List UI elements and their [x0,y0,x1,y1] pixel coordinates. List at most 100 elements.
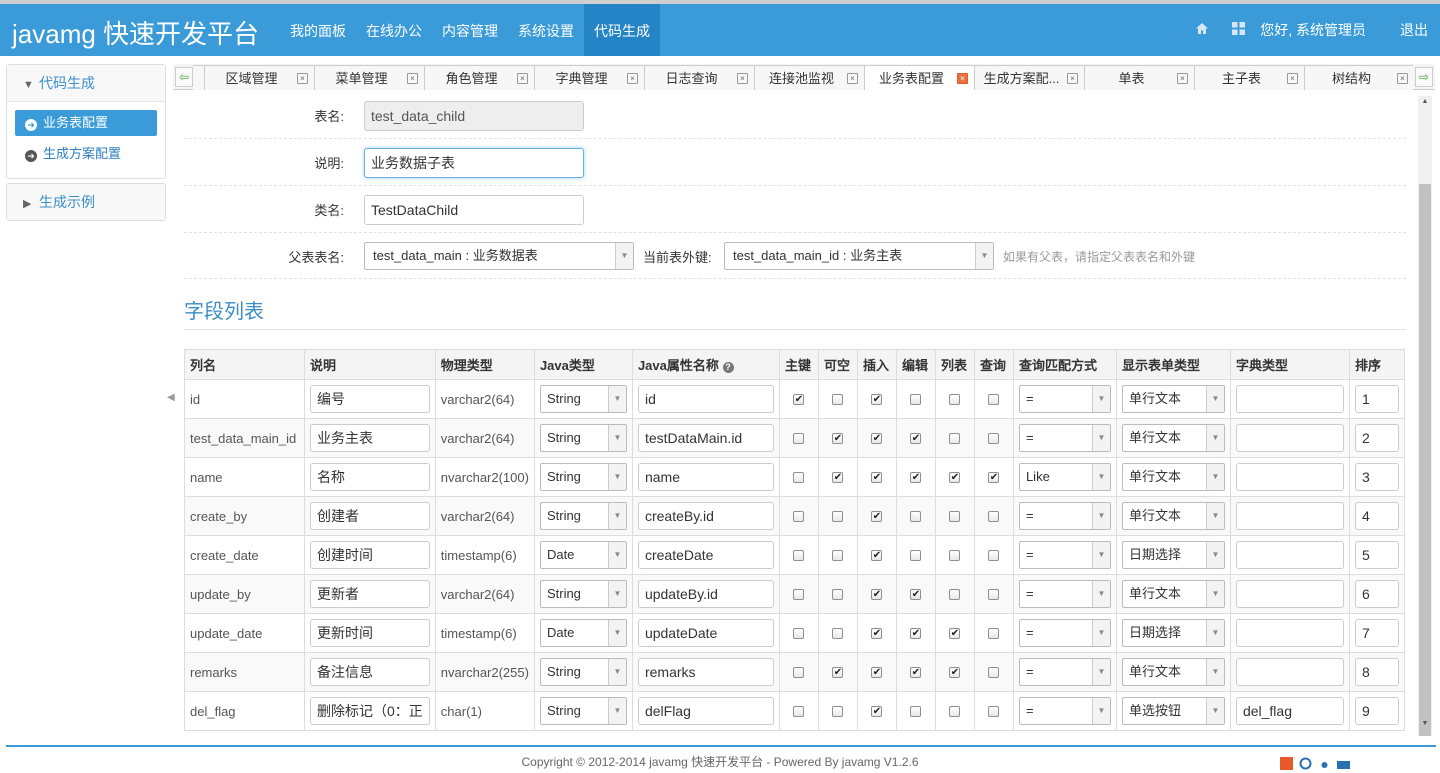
list-checkbox[interactable]: ✔ [949,471,961,483]
match-select[interactable]: = ▼ [1018,580,1111,608]
match-select[interactable]: = ▼ [1018,541,1111,569]
close-icon[interactable]: × [517,73,528,84]
desc-input[interactable]: 更新者 [310,580,430,608]
close-icon[interactable]: × [1397,73,1408,84]
sidebar-group-header[interactable]: ▼ 代码生成 [7,65,165,101]
java-type-select[interactable]: Date ▼ [539,619,627,647]
edit-checkbox[interactable] [910,549,922,561]
match-select[interactable]: = ▼ [1018,619,1111,647]
close-icon[interactable]: × [407,73,418,84]
close-icon[interactable]: × [1177,73,1188,84]
list-checkbox[interactable] [949,705,961,717]
dict-type-input[interactable] [1235,385,1344,413]
nullable-checkbox[interactable]: ✔ [832,432,844,444]
tab-scroll-left-icon[interactable]: ⇦ [175,67,193,87]
desc-input[interactable]: 业务主表 [310,424,430,452]
desc-input[interactable]: 删除标记（0：正 [310,697,430,725]
pk-checkbox[interactable] [793,549,805,561]
sort-input[interactable]: 2 [1354,424,1399,452]
close-icon[interactable]: × [957,73,968,84]
nullable-checkbox[interactable] [832,627,844,639]
sort-input[interactable]: 4 [1354,502,1399,530]
form-type-select[interactable]: 日期选择 ▼ [1121,541,1225,569]
query-checkbox[interactable] [988,627,1000,639]
close-icon[interactable]: × [1067,73,1078,84]
dict-type-input[interactable] [1235,463,1344,491]
java-prop-input[interactable]: createDate [637,541,774,569]
query-checkbox[interactable] [988,432,1000,444]
java-type-select[interactable]: String ▼ [539,463,627,491]
nullable-checkbox[interactable]: ✔ [832,471,844,483]
query-checkbox[interactable]: ✔ [988,471,1000,483]
parent-table-select[interactable]: test_data_main : 业务数据表 ▼ [364,242,634,270]
pk-checkbox[interactable]: ✔ [793,393,805,405]
insert-checkbox[interactable]: ✔ [871,666,883,678]
tab-item[interactable]: 主子表 × [1195,65,1305,90]
tab-item[interactable]: 连接池监视 × [755,65,865,90]
match-select[interactable]: = ▼ [1018,424,1111,452]
close-icon[interactable]: × [297,73,308,84]
tab-item[interactable]: 生成方案配... × [975,65,1085,90]
dict-type-input[interactable]: del_flag [1235,697,1344,725]
tab-item[interactable]: 日志查询 × [645,65,755,90]
edit-checkbox[interactable]: ✔ [910,588,922,600]
dict-type-input[interactable] [1235,541,1344,569]
sort-input[interactable]: 8 [1354,658,1399,686]
sort-input[interactable]: 7 [1354,619,1399,647]
tab-item[interactable]: 菜单管理 × [315,65,425,90]
java-type-select[interactable]: Date ▼ [539,541,627,569]
insert-checkbox[interactable]: ✔ [871,588,883,600]
dict-type-input[interactable] [1235,502,1344,530]
close-icon[interactable]: × [847,73,858,84]
sidebar-item-table-config[interactable]: ➜ 业务表配置 [15,110,157,136]
form-type-select[interactable]: 单行文本 ▼ [1121,463,1225,491]
java-prop-input[interactable]: updateBy.id [637,580,774,608]
nullable-checkbox[interactable] [832,549,844,561]
form-type-select[interactable]: 日期选择 ▼ [1121,619,1225,647]
pk-checkbox[interactable] [793,432,805,444]
tab-hidden-previous[interactable] [193,65,205,90]
dict-type-input[interactable] [1235,619,1344,647]
pk-checkbox[interactable] [793,627,805,639]
sort-input[interactable]: 3 [1354,463,1399,491]
sort-input[interactable]: 6 [1354,580,1399,608]
list-checkbox[interactable] [949,510,961,522]
match-select[interactable]: Like ▼ [1018,463,1111,491]
insert-checkbox[interactable]: ✔ [871,627,883,639]
ime-toolbar[interactable] [1280,757,1350,770]
user-greeting[interactable]: 您好, 系统管理员 [1260,20,1366,40]
nav-item-content[interactable]: 内容管理 [432,4,508,56]
edit-checkbox[interactable] [910,393,922,405]
table-name-field[interactable]: test_data_child [364,101,584,131]
insert-checkbox[interactable]: ✔ [871,510,883,522]
pk-checkbox[interactable] [793,705,805,717]
insert-checkbox[interactable]: ✔ [871,432,883,444]
nav-item-system[interactable]: 系统设置 [508,4,584,56]
nullable-checkbox[interactable] [832,393,844,405]
match-select[interactable]: = ▼ [1018,658,1111,686]
home-icon[interactable] [1184,22,1220,38]
query-checkbox[interactable] [988,549,1000,561]
dict-type-input[interactable] [1235,580,1344,608]
match-select[interactable]: = ▼ [1018,697,1111,725]
fk-select[interactable]: test_data_main_id : 业务主表 ▼ [724,242,994,270]
pk-checkbox[interactable] [793,510,805,522]
desc-input[interactable]: 编号 [310,385,430,413]
vertical-scrollbar[interactable]: ▲ ▼ [1418,96,1432,736]
java-prop-input[interactable]: name [637,463,774,491]
list-checkbox[interactable] [949,393,961,405]
tab-item[interactable]: 字典管理 × [535,65,645,90]
tab-item[interactable]: 树结构 × [1305,65,1413,90]
query-checkbox[interactable] [988,666,1000,678]
pk-checkbox[interactable] [793,666,805,678]
desc-input[interactable]: 名称 [310,463,430,491]
scroll-down-icon[interactable]: ▼ [1418,720,1432,732]
query-checkbox[interactable] [988,705,1000,717]
list-checkbox[interactable] [949,432,961,444]
insert-checkbox[interactable]: ✔ [871,549,883,561]
form-type-select[interactable]: 单选按钮 ▼ [1121,697,1225,725]
class-name-field[interactable]: TestDataChild [364,195,584,225]
dict-type-input[interactable] [1235,424,1344,452]
insert-checkbox[interactable]: ✔ [871,471,883,483]
query-checkbox[interactable] [988,393,1000,405]
